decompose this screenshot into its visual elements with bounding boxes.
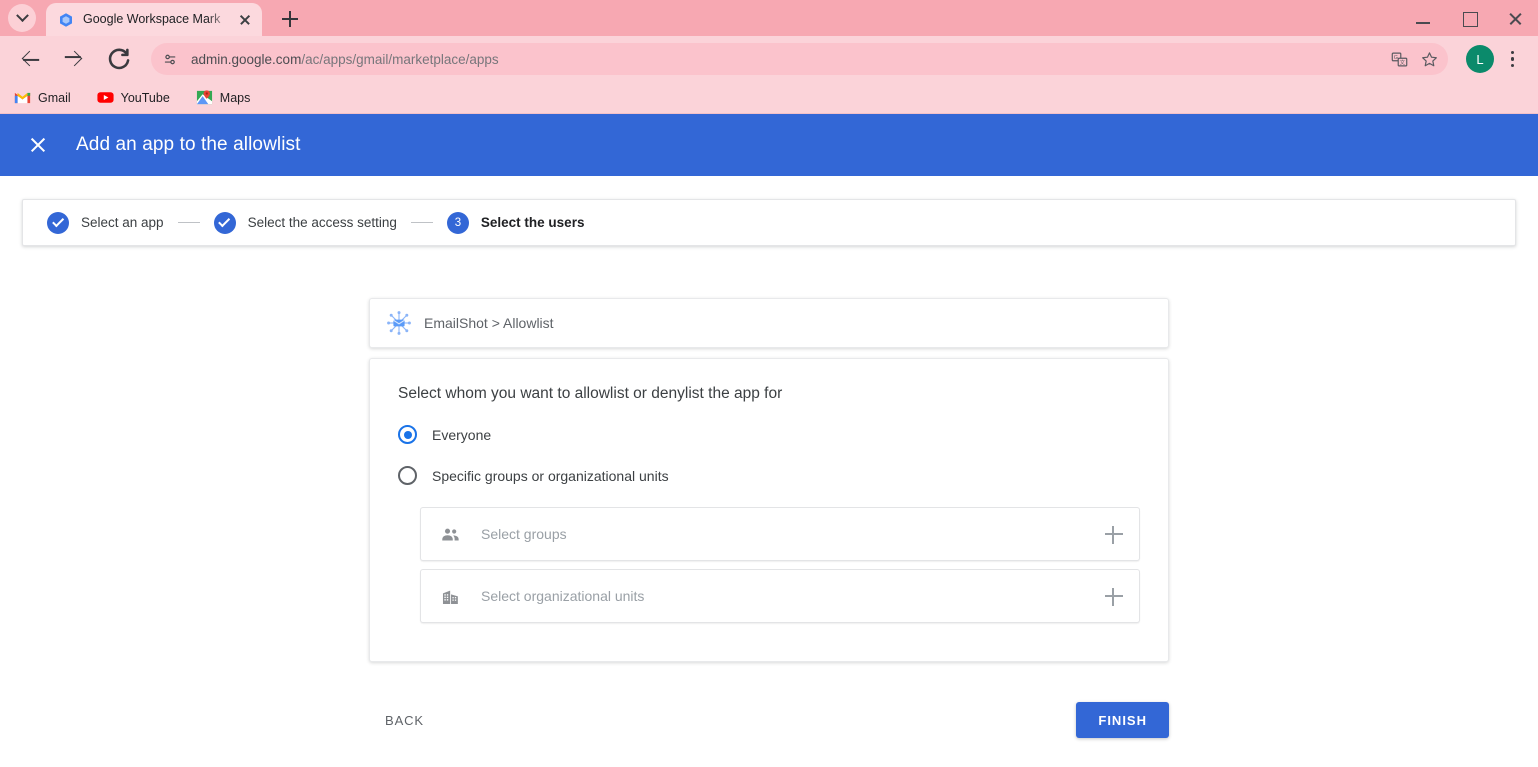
radio-everyone-label: Everyone [432, 426, 492, 443]
forward-button[interactable] [57, 42, 91, 76]
chevron-down-icon [15, 8, 29, 22]
radio-option-specific-groups[interactable]: Specific groups or organizational units [398, 466, 1140, 485]
page-info-icon[interactable] [157, 46, 183, 72]
svg-text:G: G [1393, 54, 1397, 60]
select-org-units-field[interactable]: Select organizational units [420, 569, 1140, 623]
app-breadcrumb-text: EmailShot > Allowlist [424, 315, 554, 331]
svg-text:文: 文 [1399, 58, 1405, 66]
bookmark-label: Maps [219, 90, 251, 105]
step-label: Select the users [480, 215, 585, 230]
arrow-left-icon [21, 50, 38, 67]
reload-icon [108, 48, 130, 70]
users-selection-panel: Select whom you want to allowlist or den… [369, 358, 1169, 662]
browser-chrome: Google Workspace Mark admin.google.com/a… [0, 0, 1538, 114]
panel-title: Select whom you want to allowlist or den… [398, 385, 783, 402]
back-button[interactable]: BACK [369, 703, 440, 738]
step-separator [177, 222, 200, 223]
bookmark-label: Gmail [38, 90, 71, 105]
finish-button[interactable]: FINISH [1076, 702, 1169, 738]
arrow-right-icon [66, 50, 83, 67]
tab-close-icon[interactable] [234, 9, 256, 31]
back-button[interactable] [13, 42, 47, 76]
page-title: Add an app to the allowlist [76, 134, 301, 155]
window-controls [1400, 0, 1538, 36]
add-org-unit-plus-icon[interactable] [1103, 585, 1125, 607]
select-groups-placeholder: Select groups [481, 526, 567, 542]
sub-selectors: Select groups Select organizational unit… [420, 507, 1140, 623]
building-icon [439, 585, 461, 607]
check-icon [218, 214, 231, 227]
youtube-icon [97, 89, 114, 106]
step-select-the-access-setting[interactable]: Select the access setting [213, 211, 397, 234]
step-select-an-app[interactable]: Select an app [47, 211, 164, 234]
step-marker [47, 211, 69, 234]
window-close-icon[interactable] [1492, 0, 1538, 36]
step-label: Select the access setting [247, 215, 397, 230]
app-breadcrumb-card: EmailShot > Allowlist [369, 298, 1169, 348]
new-tab-button[interactable] [276, 5, 304, 33]
radio-specific-groups-input[interactable] [398, 466, 417, 485]
check-icon [51, 214, 64, 227]
stepper: Select an app Select the access setting … [22, 199, 1516, 246]
url-path: /ac/apps/gmail/marketplace/apps [301, 51, 499, 67]
maps-icon [196, 89, 213, 106]
bookmark-maps[interactable]: Maps [192, 86, 255, 109]
people-icon [439, 523, 461, 545]
omnibox-actions: G 文 [1384, 43, 1444, 75]
avatar[interactable]: L [1466, 45, 1494, 73]
reload-button[interactable] [102, 42, 136, 76]
browser-toolbar: admin.google.com/ac/apps/gmail/marketpla… [0, 36, 1538, 82]
kebab-menu-icon[interactable] [1498, 44, 1526, 74]
tab-title: Google Workspace Mark [83, 12, 221, 26]
step-marker [213, 211, 236, 234]
step-separator [410, 222, 433, 223]
minimize-icon[interactable] [1400, 0, 1446, 36]
step-marker: 3 [446, 211, 469, 234]
tab-search-button[interactable] [8, 4, 36, 32]
admin-console-page: Add an app to the allowlist Select an ap… [0, 114, 1538, 759]
google-cloud-icon [58, 12, 74, 28]
dialog-header: Add an app to the allowlist [0, 114, 1538, 176]
browser-tab[interactable]: Google Workspace Mark [46, 3, 262, 36]
select-groups-field[interactable]: Select groups [420, 507, 1140, 561]
add-group-plus-icon[interactable] [1103, 523, 1125, 545]
step-select-the-users[interactable]: 3 Select the users [446, 211, 585, 234]
bookmark-youtube[interactable]: YouTube [93, 86, 174, 109]
emailshot-network-icon [386, 310, 412, 336]
radio-everyone-input[interactable] [398, 425, 417, 444]
bookmark-label: YouTube [120, 90, 170, 105]
bookmarks-bar: Gmail YouTube Maps [0, 82, 1538, 114]
dialog-footer: BACK FINISH [369, 702, 1169, 738]
translate-icon[interactable]: G 文 [1384, 44, 1414, 74]
bookmark-gmail[interactable]: Gmail [10, 86, 75, 109]
gmail-icon [14, 89, 31, 106]
url-text: admin.google.com/ac/apps/gmail/marketpla… [191, 52, 499, 67]
url-host: admin.google.com [191, 51, 302, 67]
radio-specific-groups-label: Specific groups or organizational units [432, 467, 669, 484]
maximize-icon[interactable] [1446, 0, 1492, 36]
step-label: Select an app [81, 215, 164, 230]
radio-option-everyone[interactable]: Everyone [398, 425, 1140, 444]
star-icon[interactable] [1414, 44, 1444, 74]
tab-strip: Google Workspace Mark [0, 0, 1538, 36]
dialog-close-icon[interactable] [18, 125, 58, 165]
address-bar[interactable]: admin.google.com/ac/apps/gmail/marketpla… [151, 43, 1448, 75]
select-org-units-placeholder: Select organizational units [481, 588, 645, 604]
